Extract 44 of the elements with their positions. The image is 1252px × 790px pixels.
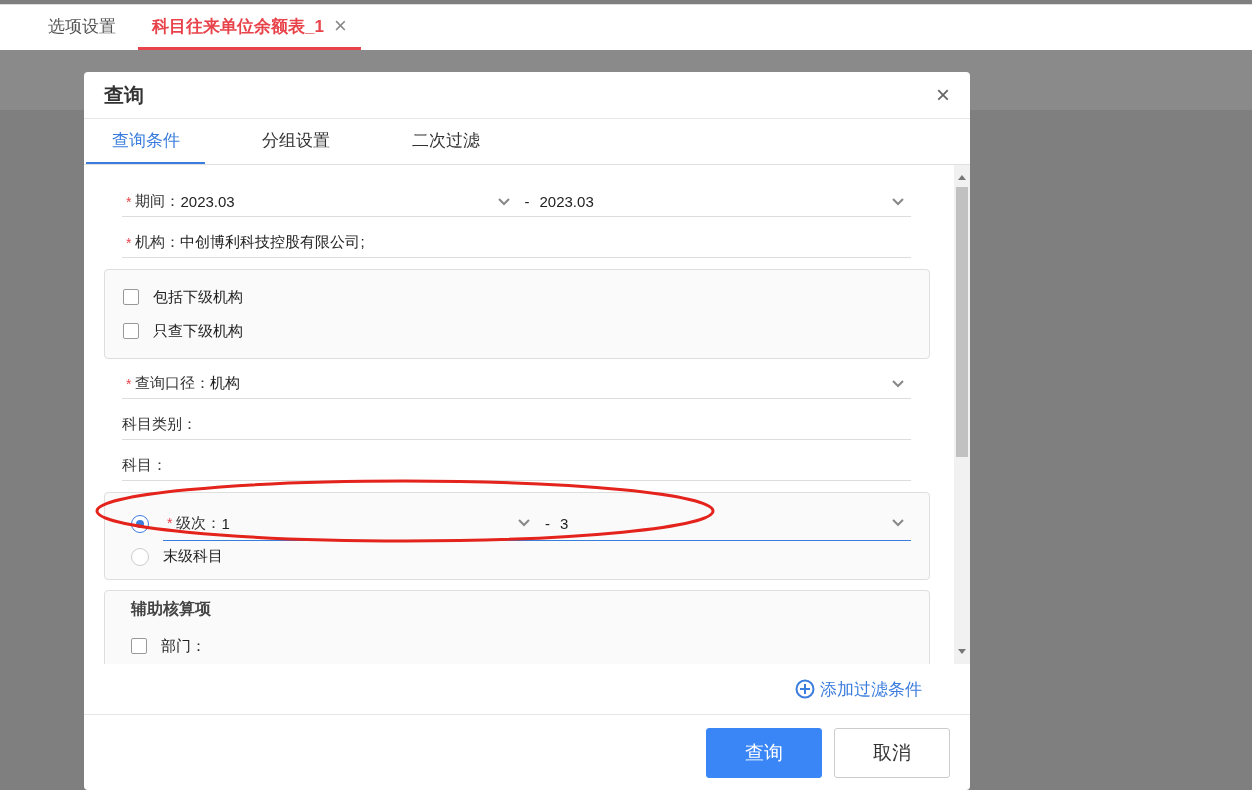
required-mark: *	[126, 193, 132, 210]
field-value[interactable]: 中创博利科技控股有限公司;	[180, 233, 365, 252]
radio-button[interactable]	[131, 547, 149, 566]
plus-circle-icon	[795, 679, 815, 699]
chevron-down-icon[interactable]	[891, 378, 905, 389]
period-field[interactable]: * 期间：2023.03 - 2023.03	[122, 187, 911, 217]
checkbox[interactable]	[123, 323, 139, 339]
chevron-down-icon[interactable]	[517, 518, 531, 528]
dialog-title: 查询	[104, 82, 144, 108]
required-mark: *	[167, 515, 173, 531]
range-separator: -	[545, 514, 550, 532]
chevron-down-icon[interactable]	[496, 196, 511, 207]
tab[interactable]: 查询条件	[86, 119, 205, 164]
field-label: 机构：	[135, 233, 181, 252]
checkbox-label: 部门：	[161, 636, 206, 656]
checkbox-label: 包括下级机构	[153, 287, 243, 307]
chevron-down-icon[interactable]	[891, 518, 905, 528]
checkbox[interactable]	[131, 638, 147, 654]
query-button[interactable]: 查询	[706, 728, 822, 778]
close-icon[interactable]: ×	[333, 13, 347, 39]
checkbox[interactable]	[123, 289, 139, 305]
field-label: 期间：	[135, 192, 181, 211]
from-value[interactable]: 2023.03	[180, 193, 235, 210]
field-label: 科目：	[122, 456, 167, 475]
to-value[interactable]: 3	[560, 514, 569, 532]
section-title: 辅助核算项	[129, 599, 212, 619]
checkbox-label: 只查下级机构	[153, 321, 243, 341]
field-label: 查询口径：	[135, 374, 211, 393]
close-icon[interactable]: ×	[936, 81, 950, 109]
cancel-button[interactable]: 取消	[834, 728, 950, 778]
range-separator: -	[524, 193, 530, 210]
required-mark: *	[126, 375, 132, 392]
tab[interactable]: 选项设置	[34, 5, 130, 50]
from-value[interactable]: 1	[221, 514, 230, 532]
tab[interactable]: 二次过滤	[386, 119, 505, 164]
required-mark: *	[126, 234, 132, 251]
radio-label: 末级科目	[163, 547, 223, 566]
field-label: 科目类别：	[122, 415, 197, 434]
field-value[interactable]: 机构	[210, 374, 241, 393]
tab[interactable]: 分组设置	[236, 119, 355, 164]
to-value[interactable]: 2023.03	[539, 193, 594, 210]
chevron-down-icon[interactable]	[891, 196, 905, 207]
field-label: 级次：	[176, 513, 222, 533]
add-filter-link[interactable]: 添加过滤条件	[789, 676, 928, 702]
